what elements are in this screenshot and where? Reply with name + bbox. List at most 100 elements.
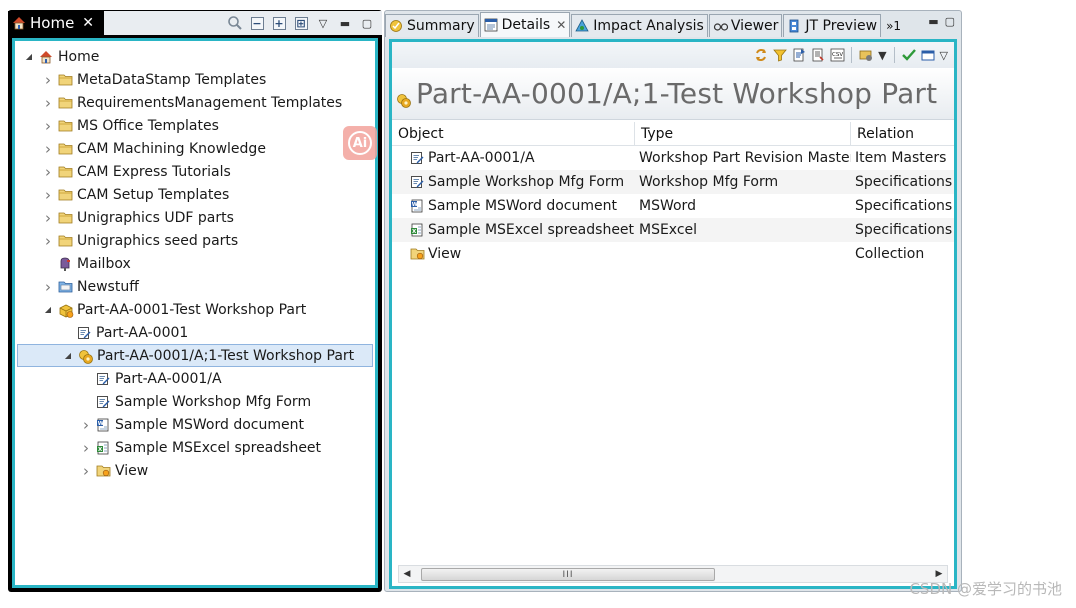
tree-node[interactable]: › W Sample MSWord document <box>15 413 375 436</box>
tree-expand-toggle-icon[interactable]: › <box>42 71 54 89</box>
tree-expand-toggle-icon[interactable]: › <box>42 140 54 158</box>
navigator-tree-panel: ◢ Home › MetaDataStamp Templates › Requiremen… <box>12 38 378 588</box>
tree-toggle-spacer <box>80 396 92 408</box>
tree-node-label: Sample Workshop Mfg Form <box>115 393 312 410</box>
cell-type: Workshop Mfg Form <box>639 174 779 190</box>
folder-tree: ◢ Home › MetaDataStamp Templates › Requiremen… <box>15 45 375 482</box>
close-icon[interactable]: ✕ <box>556 18 566 32</box>
table-row[interactable]: X Sample MSExcel spreadsheet MSExcel Specif… <box>392 218 954 242</box>
tree-expand-toggle-icon[interactable]: › <box>80 439 92 457</box>
tree-expand-toggle-icon[interactable]: › <box>42 163 54 181</box>
horizontal-scrollbar[interactable]: ◀ III ▶ <box>398 565 948 583</box>
cell-object-text: Sample Workshop Mfg Form <box>428 174 625 190</box>
tree-expand-toggle-icon[interactable]: › <box>42 278 54 296</box>
tree-node[interactable]: › X Sample MSExcel spreadsheet <box>15 436 375 459</box>
tree-node-label: Part-AA-0001/A <box>115 370 222 387</box>
form-icon <box>410 151 424 165</box>
expand-button[interactable]: + <box>270 14 288 32</box>
tree-expand-toggle-icon[interactable]: › <box>80 462 92 480</box>
tree-expand-toggle-icon[interactable]: › <box>42 209 54 227</box>
tree-node-label: CAM Express Tutorials <box>77 163 231 180</box>
cell-type: Workshop Part Revision Master <box>639 150 851 166</box>
export-icon[interactable] <box>792 48 806 62</box>
minimize-icon[interactable]: ▬ <box>928 15 938 28</box>
column-header-relation[interactable]: Relation <box>851 122 954 146</box>
tree-node[interactable]: › Unigraphics UDF parts <box>15 206 375 229</box>
collapse-all-button[interactable]: − <box>248 14 266 32</box>
tree-collapse-toggle-icon[interactable]: ◢ <box>23 51 35 63</box>
tab-details[interactable]: Details ✕ <box>479 12 571 37</box>
tree-node[interactable]: Part-AA-0001 <box>15 321 375 344</box>
column-header-object[interactable]: Object <box>392 121 635 146</box>
tab-impact-analysis[interactable]: Impact Analysis <box>571 14 708 37</box>
tree-node[interactable]: › MS Office Templates <box>15 114 375 137</box>
folder-icon <box>58 165 73 179</box>
checkmark-icon[interactable] <box>901 48 916 62</box>
table-row[interactable]: W Sample MSWord document MSWord Specificati… <box>392 194 954 218</box>
tree-node[interactable]: › CAM Setup Templates <box>15 183 375 206</box>
tree-expand-toggle-icon[interactable]: › <box>42 232 54 250</box>
tab-label: Summary <box>407 18 475 34</box>
folder-icon <box>58 211 73 225</box>
scrollbar-thumb[interactable]: III <box>421 568 715 581</box>
item-revision-icon <box>396 93 411 108</box>
view-menu-icon[interactable]: ▽ <box>314 14 332 32</box>
tree-expand-toggle-icon[interactable]: › <box>80 416 92 434</box>
home-tab-label: Home <box>30 14 75 32</box>
cell-type <box>635 242 851 266</box>
newstuff-folder-icon <box>58 280 73 294</box>
tree-expand-toggle-icon[interactable]: › <box>42 186 54 204</box>
msword-icon: W <box>410 199 424 213</box>
column-header-type[interactable]: Type <box>635 121 851 146</box>
tree-node-label: MetaDataStamp Templates <box>77 71 267 88</box>
tree-node[interactable]: › Newstuff <box>15 275 375 298</box>
column-config-icon[interactable] <box>859 48 873 62</box>
table-row[interactable]: Sample Workshop Mfg Form Workshop Mfg For… <box>392 170 954 194</box>
more-tabs-button[interactable]: »1 <box>886 15 901 37</box>
tree-collapse-toggle-icon[interactable]: ◢ <box>62 350 74 362</box>
close-icon[interactable]: ✕ <box>82 15 94 31</box>
tab-summary[interactable]: Summary <box>385 14 479 37</box>
maximize-icon[interactable]: ▢ <box>358 14 376 32</box>
ai-assistant-badge[interactable]: Ai <box>343 126 377 160</box>
folder-icon <box>58 73 73 87</box>
tree-node[interactable]: Mailbox <box>15 252 375 275</box>
tree-node[interactable]: Sample Workshop Mfg Form <box>15 390 375 413</box>
search-icon[interactable] <box>226 14 244 32</box>
tree-node[interactable]: ◢ Part-AA-0001-Test Workshop Part <box>15 298 375 321</box>
tree-node[interactable]: › Unigraphics seed parts <box>15 229 375 252</box>
window-icon[interactable] <box>921 48 935 62</box>
tree-node[interactable]: › RequirementsManagement Templates <box>15 91 375 114</box>
tree-expand-toggle-icon[interactable]: › <box>42 117 54 135</box>
tree-collapse-toggle-icon[interactable]: ◢ <box>42 304 54 316</box>
tree-node[interactable]: › CAM Express Tutorials <box>15 160 375 183</box>
tree-node-selected[interactable]: ◢ Part-AA-0001/A;1-Test Workshop Part <box>17 344 373 367</box>
refresh-icon[interactable] <box>754 48 768 62</box>
tree-node-label: Unigraphics seed parts <box>77 232 239 249</box>
details-view: CSV ▼ ▽ Part-AA-0001/A;1-Test Workshop P… <box>389 39 957 589</box>
tree-node[interactable]: Part-AA-0001/A <box>15 367 375 390</box>
view-window-controls: ▬ ▢ <box>928 15 955 28</box>
tree-node[interactable]: › MetaDataStamp Templates <box>15 68 375 91</box>
chevron-down-icon[interactable]: ▼ <box>878 49 886 62</box>
scroll-left-arrow[interactable]: ◀ <box>399 566 415 582</box>
tree-expand-toggle-icon[interactable]: › <box>42 94 54 112</box>
table-row[interactable]: Part-AA-0001/A Workshop Part Revision Mas… <box>392 146 954 170</box>
maximize-icon[interactable]: ▢ <box>945 15 955 28</box>
tree-node-label: CAM Setup Templates <box>77 186 230 203</box>
tab-jt-preview[interactable]: JT Preview <box>783 14 882 37</box>
tree-node[interactable]: › View <box>15 459 375 482</box>
filter-icon[interactable] <box>773 48 787 62</box>
tab-viewer[interactable]: Viewer <box>708 14 783 37</box>
tree-node[interactable]: › CAM Machining Knowledge <box>15 137 375 160</box>
print-icon[interactable] <box>811 48 825 62</box>
table-row[interactable]: View Collection <box>392 242 954 266</box>
csv-export-icon[interactable]: CSV <box>830 48 845 62</box>
view-menu-icon[interactable]: ▽ <box>940 49 948 62</box>
minimize-icon[interactable]: ▬ <box>336 14 354 32</box>
tree-node-label: Part-AA-0001-Test Workshop Part <box>77 301 307 318</box>
cell-object: W Sample MSWord document <box>392 194 635 218</box>
expand-all-button[interactable]: ⊞ <box>292 14 310 32</box>
home-tab[interactable]: Home ✕ <box>8 11 100 35</box>
tree-node[interactable]: ◢ Home <box>15 45 375 68</box>
